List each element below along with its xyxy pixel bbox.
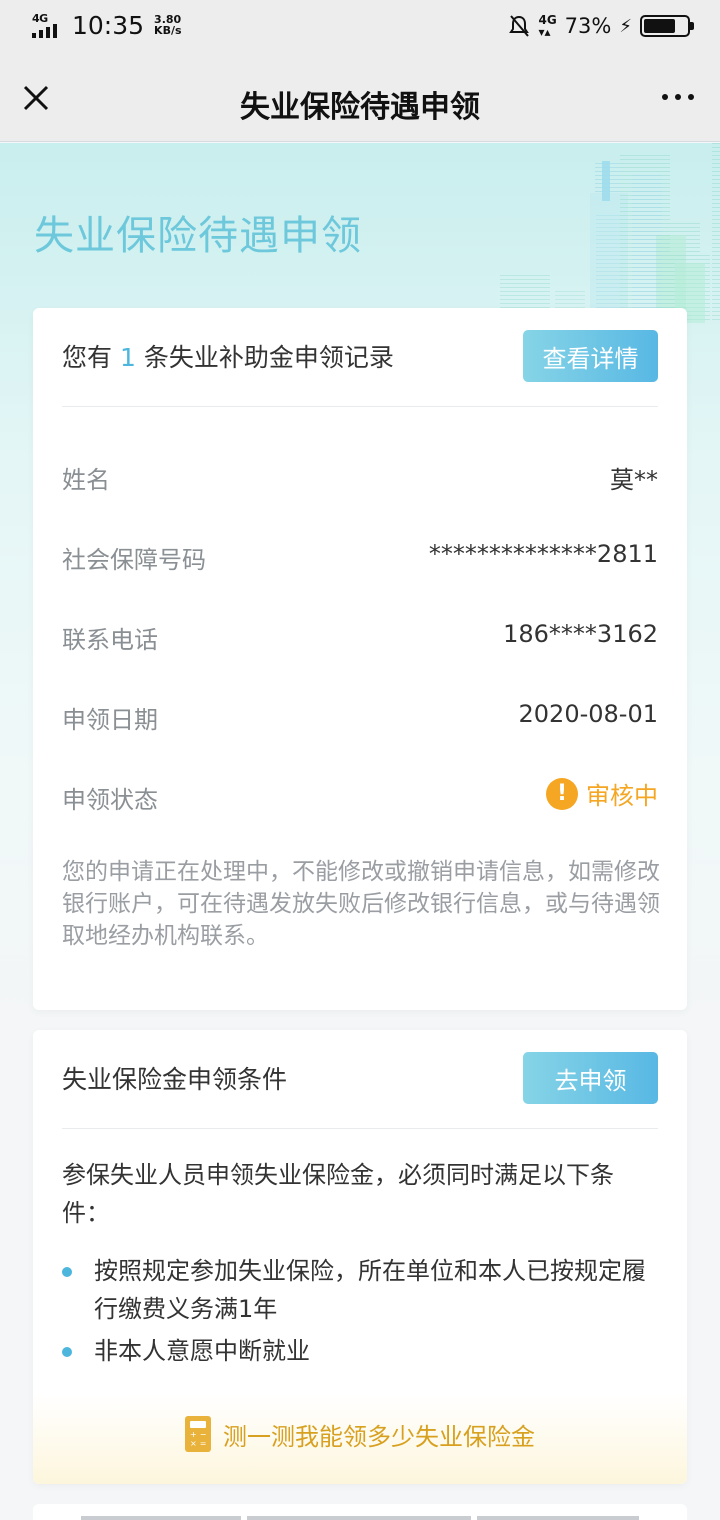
field-row-social-security-number: 社会保障号码 **************2811 bbox=[62, 540, 658, 574]
record-card-title: 您有 1 条失业补助金申领记录 bbox=[62, 343, 394, 372]
network-type-right: 4G ▾▴ bbox=[538, 13, 557, 39]
benefit-calculator-strip: 测一测我能领多少失业保险金 bbox=[33, 1394, 687, 1484]
mute-icon bbox=[509, 15, 530, 37]
status-bar: 4G 10:35 3.80 KB/s 4G ▾▴ 73% ⚡ bbox=[0, 0, 720, 56]
field-row-apply-date: 申领日期 2020-08-01 bbox=[62, 700, 658, 734]
conditions-intro: 参保失业人员申领失业保险金，必须同时满足以下条件： bbox=[62, 1161, 614, 1227]
nav-bar: 失业保险待遇申领 bbox=[0, 56, 720, 142]
clock: 10:35 bbox=[72, 10, 145, 40]
condition-item: 非本人意愿中断就业 bbox=[62, 1332, 663, 1370]
page-title: 失业保险待遇申领 bbox=[240, 90, 480, 125]
field-row-phone: 联系电话 186****3162 bbox=[62, 620, 658, 654]
city-skyline-illustration bbox=[500, 143, 720, 323]
processing-notice: 您的申请正在处理中，不能修改或撤销申请信息，如需修改银行账户，可在待遇发放失败后… bbox=[62, 859, 660, 949]
calculator-icon bbox=[185, 1416, 211, 1452]
field-row-name: 姓名 莫** bbox=[62, 466, 658, 494]
more-icon[interactable] bbox=[662, 94, 694, 100]
hero-title: 失业保险待遇申领 bbox=[34, 213, 362, 259]
warning-icon: ! bbox=[546, 777, 578, 810]
record-card-header: 您有 1 条失业补助金申领记录 查看详情 bbox=[62, 308, 658, 407]
field-row-status: 申领状态 ! 审核中 bbox=[62, 774, 658, 814]
bullet-icon bbox=[62, 1267, 72, 1277]
application-record-card: 您有 1 条失业补助金申领记录 查看详情 姓名 莫** 社会保障号码 *****… bbox=[33, 308, 687, 1010]
condition-item: 按照规定参加失业保险，所在单位和本人已按规定履行缴费义务满1年 bbox=[62, 1252, 663, 1328]
benefit-calculator-link[interactable]: 测一测我能领多少失业保险金 bbox=[33, 1416, 687, 1452]
signal-icon: 4G bbox=[30, 10, 66, 40]
view-details-button[interactable]: 查看详情 bbox=[523, 330, 658, 382]
apply-button[interactable]: 去申领 bbox=[523, 1052, 658, 1104]
network-speed: 3.80 KB/s bbox=[154, 13, 182, 37]
conditions-card-header: 失业保险金申领条件 去申领 bbox=[62, 1030, 658, 1129]
bullet-icon bbox=[62, 1347, 72, 1357]
battery-percent: 73% bbox=[564, 14, 612, 38]
conditions-card: 失业保险金申领条件 去申领 参保失业人员申领失业保险金，必须同时满足以下条件： … bbox=[33, 1030, 687, 1484]
battery-icon bbox=[640, 15, 694, 37]
conditions-card-title: 失业保险金申领条件 bbox=[62, 1065, 288, 1094]
next-card-peek bbox=[33, 1504, 687, 1520]
record-count: 1 bbox=[119, 343, 136, 372]
status-badge: ! 审核中 bbox=[546, 776, 658, 811]
charging-icon: ⚡ bbox=[619, 15, 632, 37]
